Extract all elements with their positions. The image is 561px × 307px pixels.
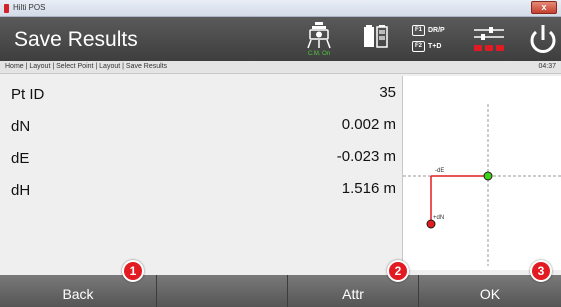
settings-sliders-icon[interactable] (471, 21, 507, 57)
callout-marker-3: 3 (530, 260, 552, 282)
dn-label: +dN (433, 215, 444, 221)
f1-key: F1 (412, 25, 425, 36)
application-window: Hilti POS x Save Results C.M. On F1 DR/P… (0, 0, 561, 307)
result-row-de: dE -0.023 m (5, 146, 400, 170)
result-row-pt-id: Pt ID 35 (5, 82, 400, 106)
window-titlebar: Hilti POS x (0, 0, 561, 17)
result-label: dH (11, 182, 31, 199)
f1-shortcut[interactable]: F1 DR/P (412, 25, 445, 36)
result-row-dh: dH 1.516 m (5, 178, 400, 202)
layout-graphic: -dE +dN (402, 76, 561, 270)
window-close-button[interactable]: x (531, 1, 557, 14)
app-icon (4, 4, 9, 13)
instrument-icon[interactable]: C.M. On (302, 21, 336, 57)
result-label: dN (11, 118, 31, 135)
page-title: Save Results (14, 28, 138, 51)
callout-marker-1: 1 (122, 260, 144, 282)
result-label: dE (11, 150, 30, 167)
result-value: 0.002 m (341, 116, 396, 133)
breadcrumb: Home | Layout | Select Point | Layout | … (5, 63, 168, 70)
result-value: -0.023 m (336, 148, 396, 165)
result-value: 35 (379, 84, 396, 101)
status-label: C.M. On (307, 51, 331, 57)
f2-label: T+D (428, 43, 442, 50)
battery-icon[interactable] (361, 21, 391, 57)
de-label: -dE (435, 168, 444, 174)
target-point-icon (483, 171, 493, 181)
callout-marker-2: 2 (387, 260, 409, 282)
function-keys: F1 DR/P F2 T+D (412, 21, 464, 57)
power-icon[interactable] (527, 21, 559, 57)
breadcrumb-bar: Home | Layout | Select Point | Layout | … (0, 61, 561, 74)
result-value: 1.516 m (341, 180, 396, 197)
window-title: Hilti POS (13, 3, 46, 12)
f2-key: F2 (412, 41, 425, 52)
f2-shortcut[interactable]: F2 T+D (412, 41, 441, 52)
result-label: Pt ID (11, 86, 45, 103)
footer-empty-button[interactable] (157, 275, 288, 307)
result-row-dn: dN 0.002 m (5, 114, 400, 138)
page-header: Save Results C.M. On F1 DR/P F2 T+D (0, 17, 561, 61)
layout-graphic-svg: -dE +dN (403, 104, 561, 266)
results-list: Pt ID 35 dN 0.002 m dE -0.023 m dH 1.516… (5, 76, 400, 270)
current-position-icon (426, 219, 436, 229)
clock: 04:37 (538, 63, 556, 70)
footer-bar: Back Attr OK (0, 275, 561, 307)
f1-label: DR/P (428, 27, 445, 34)
